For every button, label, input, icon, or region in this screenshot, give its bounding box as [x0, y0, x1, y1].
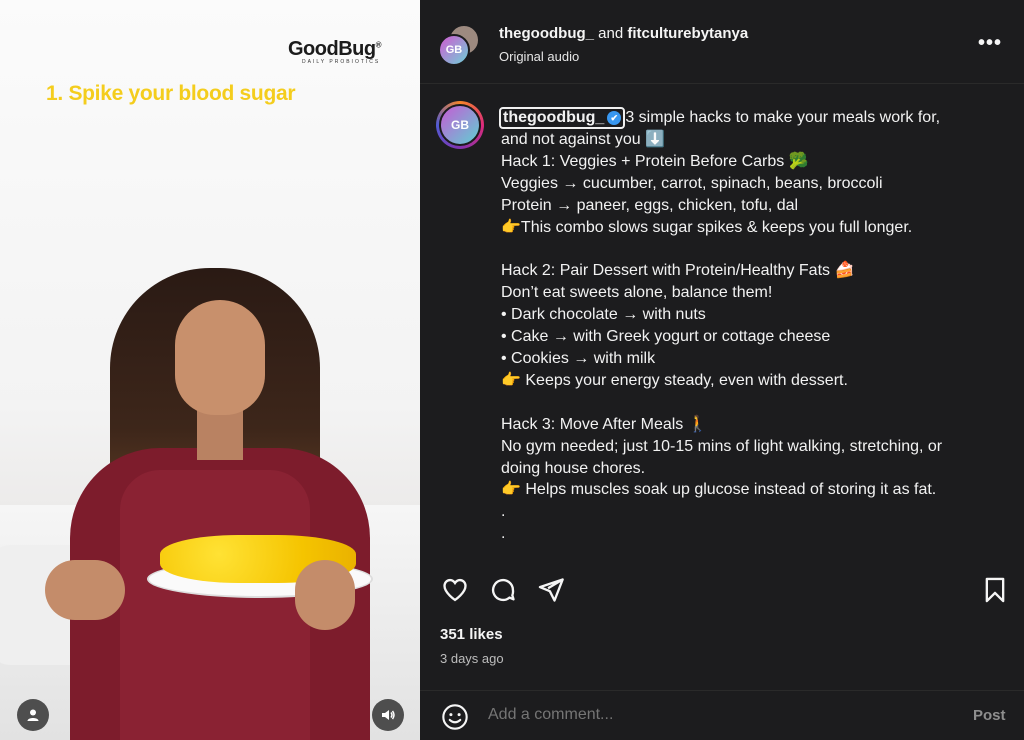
author-link[interactable]: thegoodbug_: [499, 25, 594, 42]
caption-text-line: No gym needed; just 10-15 mins of light …: [501, 437, 943, 455]
caption-text-line: Don’t eat sweets alone, balance them!: [501, 284, 773, 302]
caption-line: thegoodbug_ ✔ 3 simple hacks to make your …: [499, 107, 1001, 129]
caption-text-line: .: [501, 525, 506, 543]
share-button[interactable]: [536, 575, 566, 605]
post-author-avatar[interactable]: GB: [436, 101, 484, 149]
post-timestamp[interactable]: 3 days ago: [440, 651, 504, 666]
post-details-panel: GB thegoodbug_ and fitculturebytanya Ori…: [420, 0, 1024, 740]
presenter-right-hand: [295, 560, 355, 630]
caption-text-line: • Dark chocolate → with nuts: [501, 306, 706, 324]
caption-username[interactable]: thegoodbug_ ✔: [499, 107, 626, 129]
emoji-icon: [442, 704, 468, 730]
share-icon: [538, 578, 564, 602]
comment-icon: [491, 578, 515, 602]
caption-text-line: Hack 1: Veggies + Protein Before Carbs 🥦: [501, 152, 809, 170]
more-options-button[interactable]: •••: [978, 32, 1002, 55]
post-caption: thegoodbug_ ✔ 3 simple hacks to make your …: [499, 107, 1001, 545]
caption-text-line: 3 simple hacks to make your meals work f…: [625, 109, 941, 126]
action-bar: [420, 565, 1024, 615]
caption-text-line: Protein → paneer, eggs, chicken, tofu, d…: [501, 196, 799, 214]
post-header: GB thegoodbug_ and fitculturebytanya Ori…: [420, 0, 1024, 84]
verified-badge-icon: ✔: [607, 111, 622, 125]
emoji-picker-button[interactable]: [441, 703, 469, 731]
author-avatar: GB: [438, 34, 470, 66]
caption-text-line: • Cake → with Greek yogurt or cottage ch…: [501, 328, 831, 346]
caption-text-line: • Cookies → with milk: [501, 350, 656, 368]
caption-text-line: Hack 2: Pair Dessert with Protein/Health…: [501, 262, 855, 280]
presenter-face: [175, 300, 265, 415]
coauthor-link[interactable]: fitculturebytanya: [627, 25, 748, 42]
brand-logo: GoodBug® DAILY PROBIOTICS: [288, 38, 382, 65]
comment-bar: Post: [420, 690, 1024, 740]
like-button[interactable]: [440, 575, 470, 605]
caption-text-line: 👉 Keeps your energy steady, even with de…: [501, 371, 848, 389]
collab-conjunction: and: [593, 25, 628, 42]
presenter-dress-front: [120, 470, 310, 740]
likes-count[interactable]: 351 likes: [440, 626, 503, 643]
brand-logo-text: GoodBug: [288, 38, 376, 60]
caption-text-line: doing house chores.: [501, 459, 646, 477]
comment-input[interactable]: [488, 706, 928, 724]
collab-avatars[interactable]: GB: [436, 24, 486, 66]
post-author-avatar-inner: GB: [439, 104, 481, 146]
audio-toggle-button[interactable]: [372, 699, 404, 731]
instagram-post-modal: GoodBug® DAILY PROBIOTICS 1. Spike your …: [0, 0, 1024, 740]
caption-text-line: and not against you ⬇️: [501, 131, 666, 148]
heart-icon: [443, 578, 467, 602]
user-icon: [27, 709, 39, 721]
speaker-icon: [382, 710, 395, 720]
brand-registered-mark: ®: [375, 40, 382, 50]
save-button[interactable]: [980, 575, 1010, 605]
audio-label[interactable]: Original audio: [499, 49, 579, 64]
caption-text-line: Hack 3: Move After Meals 🚶: [501, 415, 708, 433]
presenter-left-hand: [45, 560, 125, 620]
brand-subtitle: DAILY PROBIOTICS: [302, 59, 381, 65]
bookmark-icon: [985, 577, 1005, 603]
post-comment-button[interactable]: Post: [973, 707, 1006, 724]
caption-username-text: thegoodbug_: [503, 109, 605, 126]
collab-names: thegoodbug_ and fitculturebytanya: [499, 25, 748, 42]
video-overlay-caption: 1. Spike your blood sugar: [46, 82, 296, 105]
caption-text-line: .: [501, 503, 506, 521]
caption-text-line: Veggies → cucumber, carrot, spinach, bea…: [501, 174, 883, 192]
reel-video[interactable]: GoodBug® DAILY PROBIOTICS 1. Spike your …: [0, 0, 420, 740]
comment-button[interactable]: [488, 575, 518, 605]
tagged-users-button[interactable]: [17, 699, 49, 731]
caption-text-line: 👉This combo slows sugar spikes & keeps y…: [501, 218, 913, 236]
caption-text-line: 👉 Helps muscles soak up glucose instead …: [501, 481, 937, 499]
